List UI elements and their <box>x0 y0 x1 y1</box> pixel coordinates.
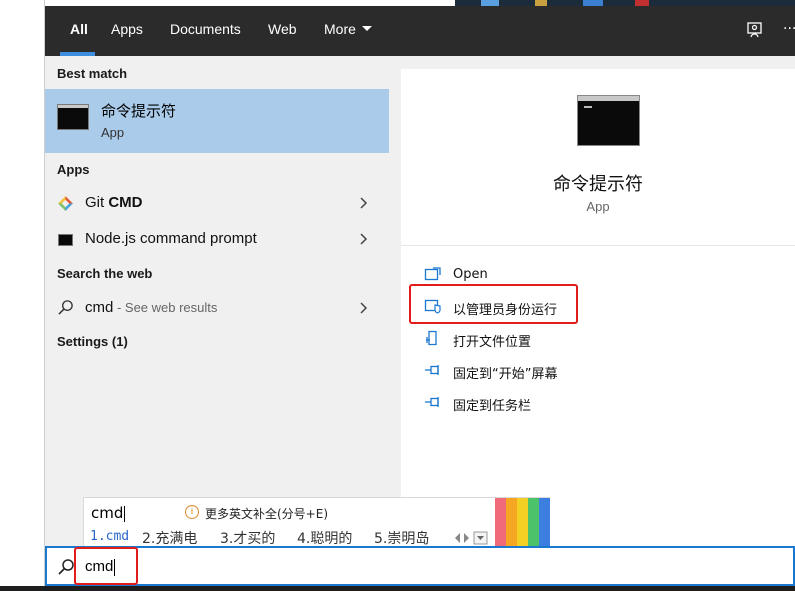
ime-skin-stripe <box>495 498 506 550</box>
action-pin-to-start-label: 固定到“开始”屏幕 <box>453 367 558 382</box>
action-pin-to-taskbar[interactable]: 固定到任务栏 <box>424 391 724 415</box>
web-suffix: - See web results <box>113 300 218 315</box>
command-prompt-large-icon <box>577 95 640 146</box>
tab-documents[interactable]: Documents <box>170 6 241 56</box>
command-prompt-icon <box>57 104 89 130</box>
git-cmd-label-bold: CMD <box>108 194 143 211</box>
open-icon <box>424 267 441 281</box>
git-cmd-label-prefix: Git <box>85 194 109 211</box>
tab-more[interactable]: More <box>324 6 372 56</box>
taskbar <box>0 586 795 591</box>
settings-heading[interactable]: Settings (1) <box>57 334 128 349</box>
pin-start-icon <box>425 365 439 375</box>
best-match-heading: Best match <box>57 66 128 81</box>
ime-hint-text[interactable]: 更多英文补全(分号+E) <box>205 505 328 522</box>
tab-all[interactable]: All <box>70 6 88 56</box>
list-item-web-result[interactable]: cmd - See web results <box>45 291 389 325</box>
chevron-down-icon <box>361 25 372 31</box>
ime-page-arrows[interactable] <box>452 531 492 545</box>
chevron-right-icon[interactable] <box>357 232 371 246</box>
ime-candidate-window: cmd i 更多英文补全(分号+E) 1.cmd 2.充满电 3.才买的 4.聪… <box>83 497 550 550</box>
list-item-git-cmd[interactable]: Git CMD <box>45 186 389 220</box>
best-match-title: 命令提示符 <box>101 102 177 120</box>
tab-apps[interactable]: Apps <box>111 6 143 56</box>
annotation-highlight-run-as-admin <box>409 284 578 324</box>
search-icon <box>58 559 74 575</box>
details-subtitle: App <box>586 199 610 214</box>
tab-web[interactable]: Web <box>268 6 297 56</box>
action-pin-to-taskbar-label: 固定到任务栏 <box>453 399 532 414</box>
ime-candidate-2[interactable]: 2.充满电 <box>142 528 197 548</box>
ime-candidate-1[interactable]: 1.cmd <box>90 529 129 544</box>
best-match-item[interactable]: 命令提示符 App <box>45 89 389 153</box>
tab-more-label: More <box>324 21 356 37</box>
ime-text-caret <box>124 505 126 522</box>
nodejs-prompt-label: Node.js command prompt <box>85 230 257 247</box>
pin-taskbar-icon <box>425 397 439 407</box>
details-divider <box>401 245 795 246</box>
ime-composition-text: cmd <box>91 504 126 522</box>
feedback-icon[interactable] <box>745 20 765 40</box>
best-match-subtitle: App <box>101 125 125 140</box>
terminal-icon <box>58 234 73 246</box>
search-icon <box>58 300 73 315</box>
ime-candidate-3[interactable]: 3.才买的 <box>220 528 275 548</box>
ime-candidate-5[interactable]: 5.崇明岛 <box>374 528 429 548</box>
ime-skin-logo <box>494 498 550 550</box>
search-filter-bar: All Apps Documents Web More ··· <box>45 6 795 56</box>
search-box[interactable]: cmd <box>45 546 795 586</box>
action-open-file-location-label: 打开文件位置 <box>453 335 532 350</box>
ime-composition-value: cmd <box>91 504 124 522</box>
action-pin-to-start[interactable]: 固定到“开始”屏幕 <box>424 359 724 383</box>
info-icon: i <box>185 505 199 519</box>
file-location-icon <box>426 330 437 346</box>
list-item-nodejs-prompt[interactable]: Node.js command prompt <box>45 222 389 256</box>
chevron-right-icon[interactable] <box>357 301 371 315</box>
ime-skin-stripe <box>506 498 517 550</box>
ime-skin-stripe <box>528 498 539 550</box>
annotation-highlight-search-text <box>74 547 138 585</box>
apps-heading: Apps <box>57 162 90 177</box>
chevron-right-icon[interactable] <box>357 196 371 210</box>
ime-skin-stripe <box>539 498 550 550</box>
web-query: cmd <box>85 299 114 316</box>
ime-skin-stripe <box>517 498 528 550</box>
ime-candidate-4[interactable]: 4.聪明的 <box>297 528 352 548</box>
action-open-label: Open <box>453 267 488 282</box>
git-icon <box>58 196 73 211</box>
more-options-icon[interactable]: ··· <box>783 20 795 40</box>
action-open-file-location[interactable]: 打开文件位置 <box>424 327 724 351</box>
desktop-background <box>0 0 45 591</box>
details-title: 命令提示符 <box>553 174 643 195</box>
search-web-heading: Search the web <box>57 266 153 281</box>
